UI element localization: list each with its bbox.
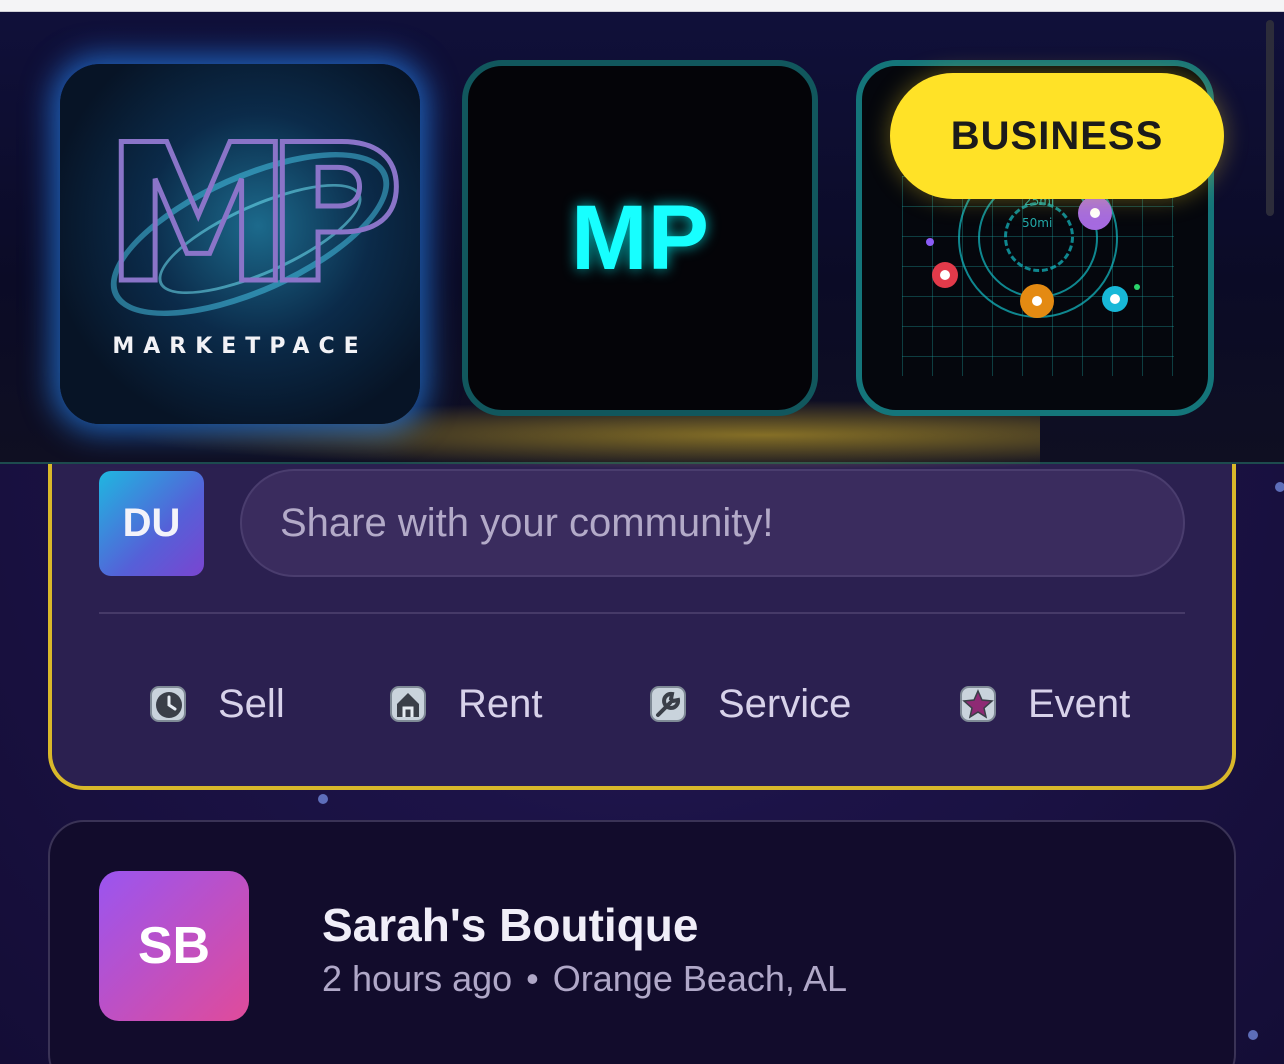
action-rent-label: Rent — [458, 681, 543, 726]
map-pin-orange[interactable] — [1020, 284, 1054, 318]
logo-monogram: MP — [101, 104, 406, 325]
background-star — [318, 794, 328, 804]
action-service-button[interactable]: Service — [648, 672, 851, 736]
action-event-button[interactable]: Event — [958, 672, 1130, 736]
post-location: Orange Beach, AL — [552, 958, 847, 999]
background-star — [1248, 1030, 1258, 1040]
post-author-initials: SB — [137, 917, 211, 975]
star-icon — [960, 686, 996, 722]
user-avatar[interactable]: DU — [99, 471, 204, 576]
map-dot — [1134, 284, 1140, 290]
post-author-name[interactable]: Sarah's Boutique — [322, 898, 698, 952]
share-input[interactable] — [240, 469, 1185, 577]
map-dot — [926, 238, 934, 246]
clock-icon — [150, 686, 186, 722]
scrollbar[interactable] — [1266, 20, 1274, 216]
composer-divider — [99, 612, 1185, 614]
action-sell-button[interactable]: Sell — [148, 672, 285, 736]
post-time: 2 hours ago — [322, 958, 513, 999]
post-meta: 2 hours ago • Orange Beach, AL — [322, 958, 847, 1000]
house-icon — [390, 686, 426, 722]
post-author-avatar[interactable]: SB — [99, 871, 249, 1021]
action-event-label: Event — [1028, 681, 1131, 726]
background-star — [1275, 482, 1284, 492]
marketpace-logo-tile[interactable]: MP MARKETPACE — [60, 64, 420, 424]
browser-top-strip — [0, 0, 1284, 12]
map-pin-cyan[interactable] — [1102, 286, 1128, 312]
wrench-icon — [650, 686, 686, 722]
business-badge[interactable]: BUSINESS — [890, 73, 1224, 199]
map-pin-purple[interactable] — [1078, 196, 1112, 230]
logo-wordmark: MARKETPACE — [112, 334, 368, 359]
radius-label-50: 50mi — [1022, 216, 1053, 230]
action-rent-button[interactable]: Rent — [388, 672, 543, 736]
action-service-label: Service — [718, 681, 852, 726]
action-sell-label: Sell — [218, 681, 285, 726]
user-avatar-initials: DU — [122, 501, 181, 545]
mp-tile-label: MP — [571, 186, 709, 289]
mp-tile[interactable]: MP — [462, 60, 818, 416]
radius-ring-inner — [1004, 202, 1074, 272]
post-meta-separator: • — [526, 958, 539, 999]
map-pin-red[interactable] — [932, 262, 958, 288]
